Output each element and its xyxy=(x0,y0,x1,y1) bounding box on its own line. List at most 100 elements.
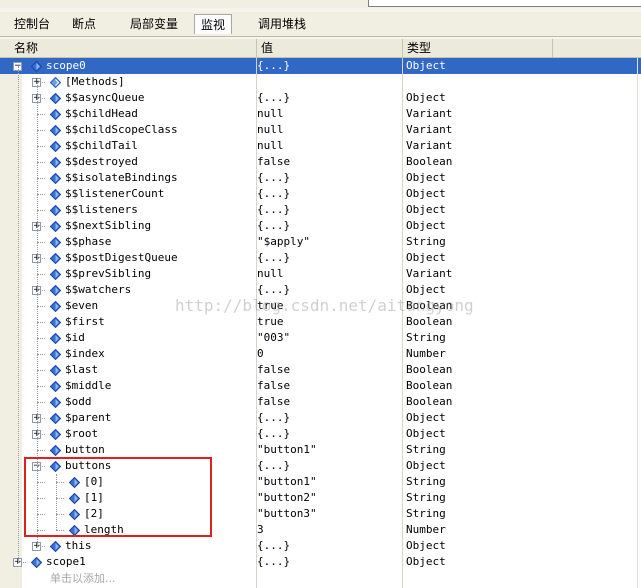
tab-2[interactable]: 局部变量 xyxy=(124,14,184,34)
tree-line xyxy=(37,402,45,403)
watch-row[interactable]: $$childTail null Variant xyxy=(0,138,641,154)
row-value[interactable]: {...} xyxy=(257,218,290,234)
tree-line xyxy=(37,258,45,259)
row-name: $even xyxy=(65,299,99,312)
watch-row[interactable]: $$childScopeClass null Variant xyxy=(0,122,641,138)
tab-1[interactable]: 断点 xyxy=(66,14,102,34)
row-value[interactable]: "$apply" xyxy=(257,234,310,250)
watch-row[interactable]: + $parent {...} Object xyxy=(0,410,641,426)
row-value[interactable]: null xyxy=(257,122,284,138)
watch-row[interactable]: $odd false Boolean xyxy=(0,394,641,410)
watch-row[interactable]: length 3 Number xyxy=(0,522,641,538)
watch-row[interactable]: − scope0 {...} Object xyxy=(0,58,641,74)
row-value[interactable]: {...} xyxy=(257,426,290,442)
watch-row[interactable]: + this {...} Object xyxy=(0,538,641,554)
row-value[interactable]: false xyxy=(257,154,290,170)
column-header-value[interactable]: 值 xyxy=(257,39,403,57)
tab-3[interactable]: 监视 xyxy=(194,14,233,34)
row-value[interactable]: true xyxy=(257,314,284,330)
row-value[interactable]: "003" xyxy=(257,330,290,346)
watch-row[interactable]: $last false Boolean xyxy=(0,362,641,378)
row-value[interactable]: false xyxy=(257,394,290,410)
row-value[interactable]: {...} xyxy=(257,538,290,554)
row-value[interactable]: {...} xyxy=(257,58,290,74)
row-value[interactable]: "button1" xyxy=(257,474,317,490)
column-header: 名称 值 类型 xyxy=(0,39,641,58)
row-type: String xyxy=(406,475,446,488)
row-value[interactable]: 0 xyxy=(257,346,264,362)
watch-row[interactable]: $$childHead null Variant xyxy=(0,106,641,122)
row-value[interactable]: "button1" xyxy=(257,442,317,458)
watch-row[interactable]: + scope1 {...} Object xyxy=(0,554,641,570)
watch-row[interactable]: [1] "button2" String xyxy=(0,490,641,506)
row-value[interactable]: false xyxy=(257,378,290,394)
row-value[interactable]: "button2" xyxy=(257,490,317,506)
property-icon xyxy=(49,156,62,169)
property-icon xyxy=(49,220,62,233)
watch-row[interactable]: $middle false Boolean xyxy=(0,378,641,394)
watch-row[interactable]: + [Methods] xyxy=(0,74,641,90)
row-type: Object xyxy=(406,59,446,72)
row-value[interactable]: {...} xyxy=(257,170,290,186)
watch-row[interactable]: + $$asyncQueue {...} Object xyxy=(0,90,641,106)
watch-row[interactable]: $$phase "$apply" String xyxy=(0,234,641,250)
row-value[interactable]: "button3" xyxy=(257,506,317,522)
column-header-type[interactable]: 类型 xyxy=(403,39,553,57)
grid-right-edge xyxy=(637,58,638,588)
tab-4[interactable]: 调用堆栈 xyxy=(252,14,312,34)
row-value[interactable]: {...} xyxy=(257,90,290,106)
watch-row[interactable]: + $$nextSibling {...} Object xyxy=(0,218,641,234)
row-value[interactable]: {...} xyxy=(257,250,290,266)
property-icon xyxy=(68,508,81,521)
add-watch-hint[interactable]: 单击以添加... xyxy=(50,570,116,586)
row-type: Variant xyxy=(406,139,453,152)
row-value[interactable]: {...} xyxy=(257,458,290,474)
row-type: Object xyxy=(406,539,446,552)
column-separator xyxy=(402,58,403,588)
watch-row[interactable]: $$listeners {...} Object xyxy=(0,202,641,218)
row-type: Object xyxy=(406,203,446,216)
watch-row[interactable]: button "button1" String xyxy=(0,442,641,458)
tree-line xyxy=(37,530,45,531)
row-value[interactable]: {...} xyxy=(257,554,290,570)
watch-row[interactable]: $index 0 Number xyxy=(0,346,641,362)
watch-row[interactable]: $$destroyed false Boolean xyxy=(0,154,641,170)
watch-row[interactable]: $id "003" String xyxy=(0,330,641,346)
row-name: $$isolateBindings xyxy=(65,171,178,184)
property-icon xyxy=(49,300,62,313)
row-type: Boolean xyxy=(406,395,453,408)
row-value[interactable]: 3 xyxy=(257,522,264,538)
watch-row[interactable]: + $root {...} Object xyxy=(0,426,641,442)
row-name: $$listenerCount xyxy=(65,187,165,200)
row-name: $$destroyed xyxy=(65,155,138,168)
property-icon xyxy=(49,252,62,265)
watch-row[interactable]: $even true Boolean xyxy=(0,298,641,314)
watch-row[interactable]: + $$watchers {...} Object xyxy=(0,282,641,298)
watch-row[interactable]: $$listenerCount {...} Object xyxy=(0,186,641,202)
column-separator xyxy=(256,58,257,588)
row-type: Variant xyxy=(406,107,453,120)
watch-row[interactable]: $first true Boolean xyxy=(0,314,641,330)
watch-row[interactable]: + $$postDigestQueue {...} Object xyxy=(0,250,641,266)
methods-icon xyxy=(49,76,62,89)
tree-line xyxy=(37,290,45,291)
watch-row[interactable]: [0] "button1" String xyxy=(0,474,641,490)
property-icon xyxy=(49,364,62,377)
watch-row[interactable]: $$isolateBindings {...} Object xyxy=(0,170,641,186)
row-value[interactable]: {...} xyxy=(257,202,290,218)
row-value[interactable]: {...} xyxy=(257,282,290,298)
row-value[interactable]: false xyxy=(257,362,290,378)
tab-0[interactable]: 控制台 xyxy=(8,14,56,34)
watch-row[interactable]: [2] "button3" String xyxy=(0,506,641,522)
row-value[interactable]: null xyxy=(257,266,284,282)
row-value[interactable]: null xyxy=(257,138,284,154)
row-type: String xyxy=(406,235,446,248)
row-value[interactable]: {...} xyxy=(257,410,290,426)
watch-row[interactable]: − buttons {...} Object xyxy=(0,458,641,474)
watch-row[interactable]: $$prevSibling null Variant xyxy=(0,266,641,282)
property-icon xyxy=(49,92,62,105)
row-value[interactable]: {...} xyxy=(257,186,290,202)
column-header-name[interactable]: 名称 xyxy=(0,39,257,57)
row-value[interactable]: null xyxy=(257,106,284,122)
row-value[interactable]: true xyxy=(257,298,284,314)
